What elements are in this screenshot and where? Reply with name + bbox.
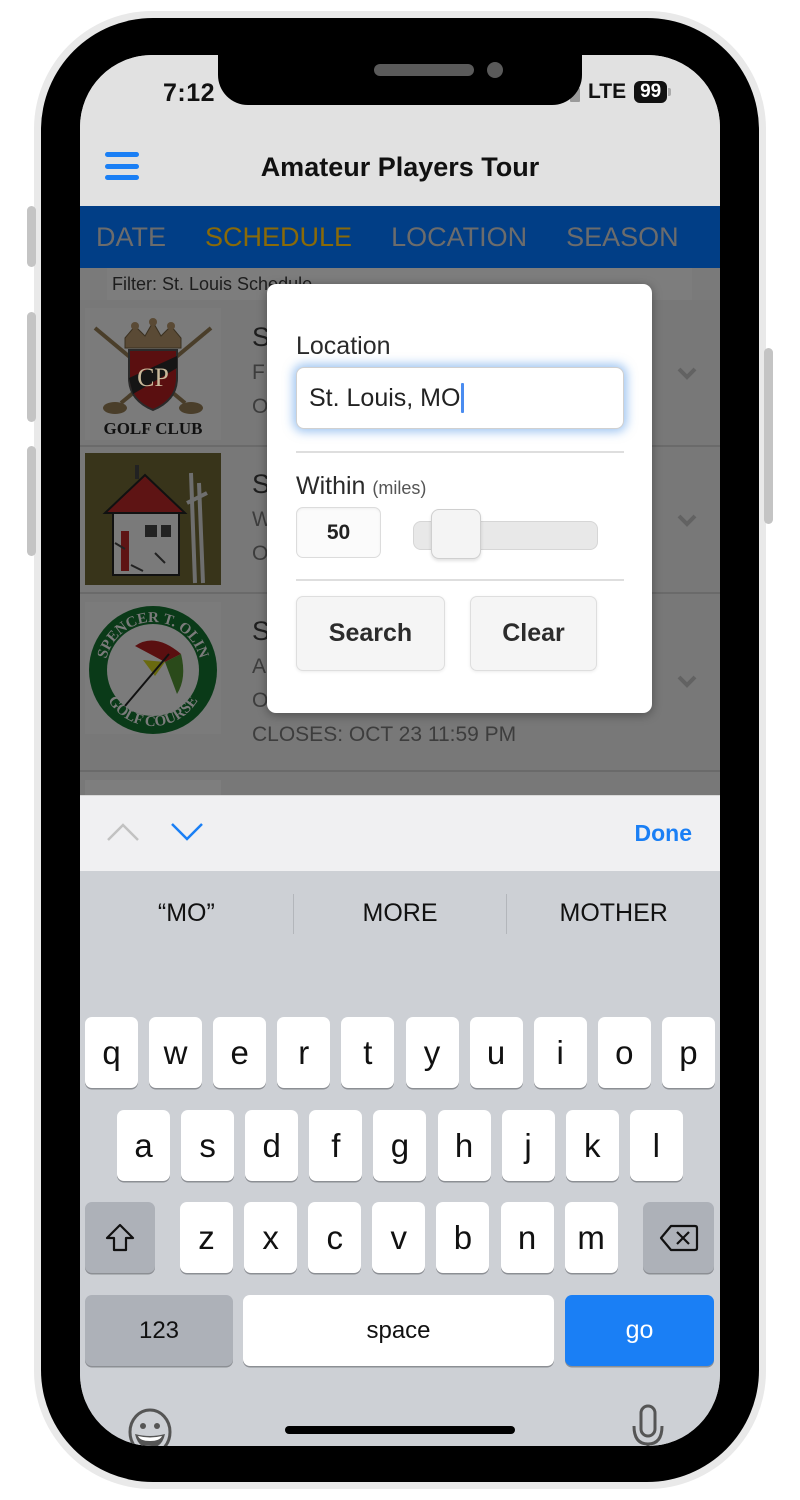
- front-camera: [487, 62, 503, 78]
- within-unit: (miles): [372, 478, 427, 498]
- power-button: [764, 348, 773, 524]
- key-s[interactable]: s: [181, 1110, 235, 1181]
- status-indicators: LTE 99: [570, 80, 672, 104]
- key-t[interactable]: t: [341, 1017, 395, 1088]
- battery-tip: [668, 88, 672, 96]
- go-key[interactable]: go: [565, 1295, 714, 1366]
- stone-house-logo: [85, 453, 221, 585]
- shift-key[interactable]: [85, 1202, 155, 1273]
- numbers-key[interactable]: 123: [85, 1295, 233, 1366]
- key-o[interactable]: o: [597, 1017, 651, 1088]
- notch: [218, 55, 582, 105]
- miles-value-input[interactable]: 50: [296, 507, 381, 558]
- key-b[interactable]: b: [436, 1202, 490, 1273]
- chevron-down-icon[interactable]: [676, 670, 698, 692]
- battery-icon: 99: [634, 81, 672, 103]
- key-n[interactable]: n: [500, 1202, 554, 1273]
- key-m[interactable]: m: [564, 1202, 618, 1273]
- volume-up-button: [27, 312, 36, 422]
- suggestion-bar: “MO” MORE MOTHER: [80, 871, 720, 956]
- next-field-icon[interactable]: [170, 820, 204, 844]
- microphone-icon[interactable]: [630, 1404, 666, 1446]
- app-title: Amateur Players Tour: [260, 152, 540, 182]
- divider: [296, 579, 624, 581]
- key-g[interactable]: g: [373, 1110, 427, 1181]
- previous-field-icon[interactable]: [106, 820, 140, 844]
- divider: [296, 451, 624, 453]
- key-r[interactable]: r: [277, 1017, 331, 1088]
- tab-date[interactable]: DATE: [96, 222, 166, 253]
- distance-slider-handle[interactable]: [430, 509, 481, 559]
- keyboard: “MO” MORE MOTHER qwertyuiop asdfghjkl zxcv…: [80, 871, 720, 1446]
- volume-down-button: [27, 446, 36, 556]
- suggestion-item[interactable]: MOTHER: [507, 899, 720, 928]
- tab-schedule[interactable]: SCHEDULE: [205, 222, 352, 253]
- speaker-grille: [374, 64, 474, 76]
- location-filter-dialog: Location St. Louis, MO Within (miles) 50…: [267, 284, 652, 713]
- key-y[interactable]: y: [405, 1017, 459, 1088]
- item-close-date: CLOSES: OCT 23 11:59 PM: [252, 723, 517, 746]
- suggestion-item[interactable]: MORE: [294, 899, 507, 928]
- tab-season[interactable]: SEASON: [566, 222, 679, 253]
- key-u[interactable]: u: [469, 1017, 523, 1088]
- key-i[interactable]: i: [533, 1017, 587, 1088]
- shift-icon: [105, 1223, 135, 1251]
- key-p[interactable]: p: [661, 1017, 715, 1088]
- suggestion-item[interactable]: “MO”: [80, 899, 293, 928]
- key-z[interactable]: z: [180, 1202, 233, 1273]
- key-d[interactable]: d: [245, 1110, 299, 1181]
- text-cursor: [461, 383, 465, 413]
- spencer-t-olin-golf-course-logo: SPENCER T. OLIN GOLF COURSE: [85, 602, 221, 734]
- space-key[interactable]: space: [243, 1295, 554, 1366]
- status-time: 7:12: [163, 79, 216, 107]
- location-label: Location: [296, 332, 391, 360]
- backspace-icon: [659, 1224, 698, 1251]
- key-k[interactable]: k: [565, 1110, 619, 1181]
- screen: 7:12 LTE 99 Amateur Players Tour DATE SC…: [80, 55, 720, 1446]
- app-header: Amateur Players Tour: [80, 130, 720, 206]
- network-label: LTE: [588, 80, 627, 103]
- key-c[interactable]: c: [308, 1202, 362, 1273]
- delete-key[interactable]: [643, 1202, 714, 1273]
- home-indicator[interactable]: [285, 1426, 515, 1434]
- logo-text: GOLF CLUB: [103, 419, 202, 438]
- chevron-down-icon[interactable]: [676, 509, 698, 531]
- cp-golf-club-logo: CP GOLF CLUB: [85, 308, 221, 440]
- tab-bar: DATE SCHEDULE LOCATION SEASON: [80, 206, 720, 268]
- location-input-value: St. Louis, MO: [309, 383, 461, 412]
- clear-button[interactable]: Clear: [470, 596, 597, 671]
- key-w[interactable]: w: [149, 1017, 203, 1088]
- location-input[interactable]: St. Louis, MO: [296, 367, 624, 429]
- svg-text:CP: CP: [137, 363, 169, 392]
- key-j[interactable]: j: [501, 1110, 555, 1181]
- key-e[interactable]: e: [213, 1017, 267, 1088]
- key-l[interactable]: l: [629, 1110, 683, 1181]
- key-q[interactable]: q: [85, 1017, 138, 1088]
- search-button[interactable]: Search: [296, 596, 445, 671]
- action-button: [27, 206, 36, 267]
- key-h[interactable]: h: [437, 1110, 491, 1181]
- done-button[interactable]: Done: [635, 820, 693, 847]
- key-a[interactable]: a: [117, 1110, 170, 1181]
- battery-level: 99: [634, 81, 668, 103]
- key-v[interactable]: v: [372, 1202, 426, 1273]
- within-label: Within (miles): [296, 472, 427, 500]
- key-f[interactable]: f: [309, 1110, 363, 1181]
- key-x[interactable]: x: [244, 1202, 298, 1273]
- tab-location[interactable]: LOCATION: [391, 222, 527, 253]
- chevron-down-icon[interactable]: [676, 362, 698, 384]
- emoji-icon[interactable]: [126, 1408, 174, 1446]
- keyboard-accessory-bar: Done: [80, 795, 720, 871]
